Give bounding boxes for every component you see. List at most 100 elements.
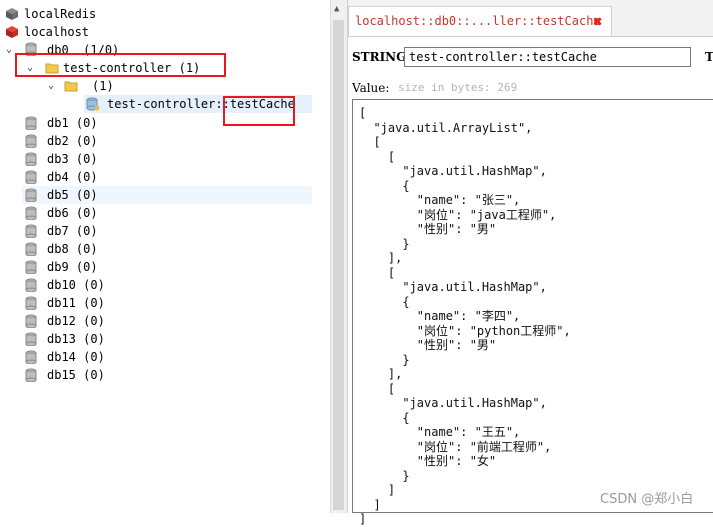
value-line: [: [359, 149, 396, 164]
value-editor[interactable]: [ "java.util.ArrayList", [ [ "java.util.…: [352, 99, 713, 526]
value-line: "name": "张三",: [359, 193, 521, 207]
value-line: "岗位": "python工程师",: [359, 323, 571, 338]
database-icon: [25, 260, 37, 274]
db-name: db11: [47, 296, 76, 310]
redis-server-red-icon: [6, 26, 18, 38]
db-name: db3: [47, 152, 69, 166]
scroll-up-icon[interactable]: ▲: [334, 4, 339, 14]
close-icon[interactable]: ✖: [593, 12, 603, 31]
key-type-label: STRING:: [352, 50, 411, 64]
value-size-hint: size in bytes: 269: [398, 81, 518, 94]
db-count: (0): [83, 296, 105, 310]
db-count: (0): [75, 116, 98, 130]
tree-db9[interactable]: db9 (0): [47, 258, 98, 276]
redis-server-gray-icon: [6, 8, 18, 20]
value-line: "岗位": "前端工程师",: [359, 439, 552, 454]
db-name: db7: [47, 224, 69, 238]
db-count: (0): [83, 332, 105, 346]
tree-db12[interactable]: db12 (0): [47, 312, 105, 330]
highlight-box-key: [223, 96, 295, 126]
tree-db6[interactable]: db6 (0): [47, 204, 98, 222]
tab-bar: localhost::db0::...ller::testCache ✖: [348, 0, 713, 37]
db-count: (0): [75, 134, 98, 148]
tab-title: localhost::db0::...ller::testCache: [355, 14, 601, 28]
key-prefix: test-controller::: [107, 97, 230, 111]
tree-db3[interactable]: db3 (0): [47, 150, 98, 168]
db-name: db5: [47, 188, 69, 202]
value-line: "java.util.ArrayList",: [359, 120, 533, 135]
tree-db5[interactable]: db5 (0): [47, 186, 98, 204]
database-icon: [25, 332, 37, 346]
database-icon: [25, 242, 37, 256]
database-icon: [25, 152, 37, 166]
db-count: (0): [83, 350, 105, 364]
key-detail-panel: localhost::db0::...ller::testCache ✖ STR…: [347, 0, 713, 526]
tree-db2[interactable]: db2 (0): [47, 132, 98, 150]
value-line: {: [359, 178, 410, 193]
tree-db15[interactable]: db15 (0): [47, 366, 105, 384]
tree-db7[interactable]: db7 (0): [47, 222, 98, 240]
database-icon: [25, 368, 37, 382]
db-name: db12: [47, 314, 76, 328]
tree-db10[interactable]: db10 (0): [47, 276, 105, 294]
tree-db11[interactable]: db11 (0): [47, 294, 105, 312]
tree-db1[interactable]: db1 (0): [47, 114, 98, 132]
value-line: "性别": "男": [359, 222, 497, 236]
database-icon: [25, 278, 37, 292]
value-line: "岗位": "java工程师",: [359, 207, 557, 222]
value-line: [: [359, 135, 381, 149]
value-line: "name": "李四",: [359, 309, 521, 323]
db-count: (0): [83, 278, 105, 292]
database-icon: [25, 116, 37, 130]
db-name: db2: [47, 134, 69, 148]
db-name: db10: [47, 278, 76, 292]
key-string-icon: [86, 97, 100, 111]
value-text: [ "java.util.ArrayList", [ [ "java.util.…: [359, 106, 571, 527]
tree-subfolder[interactable]: (1): [92, 77, 114, 95]
connection-localredis[interactable]: localRedis: [24, 5, 96, 23]
db-count: (0): [75, 260, 98, 274]
chevron-down-icon[interactable]: ⌄: [48, 81, 58, 91]
tree-scrollbar[interactable]: ▲: [330, 0, 347, 513]
db-name: db4: [47, 170, 69, 184]
connection-localhost[interactable]: localhost: [24, 23, 89, 41]
database-icon: [25, 314, 37, 328]
value-line: [: [359, 106, 367, 120]
highlight-box-namespace: [15, 53, 226, 77]
key-name-input[interactable]: test-controller::testCache: [404, 47, 691, 67]
value-line: "java.util.HashMap",: [359, 164, 547, 178]
tree-db14[interactable]: db14 (0): [47, 348, 105, 366]
db-count: (0): [75, 224, 98, 238]
value-line: {: [359, 410, 410, 425]
tab-testcache[interactable]: localhost::db0::...ller::testCache ✖: [348, 6, 612, 36]
db-name: db9: [47, 260, 69, 274]
db-count: (0): [75, 188, 98, 202]
value-line: [: [359, 381, 396, 396]
scrollbar-thumb[interactable]: [333, 20, 344, 510]
value-line: "name": "王五",: [359, 425, 521, 439]
tree-db13[interactable]: db13 (0): [47, 330, 105, 348]
db-count: (0): [83, 314, 105, 328]
value-line: }: [359, 236, 410, 251]
database-icon: [25, 350, 37, 364]
value-label: Value:: [352, 81, 390, 95]
value-line: }: [359, 352, 410, 367]
value-line: ]: [359, 512, 367, 526]
database-icon: [25, 224, 37, 238]
database-icon: [25, 296, 37, 310]
database-icon: [25, 170, 37, 184]
value-line: "java.util.HashMap",: [359, 396, 547, 410]
tree-db4[interactable]: db4 (0): [47, 168, 98, 186]
db-count: (0): [75, 170, 98, 184]
db-name: db6: [47, 206, 69, 220]
connection-tree: localRedis localhost ⌄ db0 (1/0) ⌄ test-…: [0, 0, 330, 513]
watermark: CSDN @郑小白: [600, 492, 694, 507]
database-icon: [25, 134, 37, 148]
ttl-label: T: [705, 50, 713, 64]
db-count: (0): [75, 152, 98, 166]
value-line: [: [359, 265, 396, 280]
database-icon: [25, 206, 37, 220]
value-line: "java.util.HashMap",: [359, 280, 547, 294]
tree-db8[interactable]: db8 (0): [47, 240, 98, 258]
db-count: (0): [75, 242, 98, 256]
